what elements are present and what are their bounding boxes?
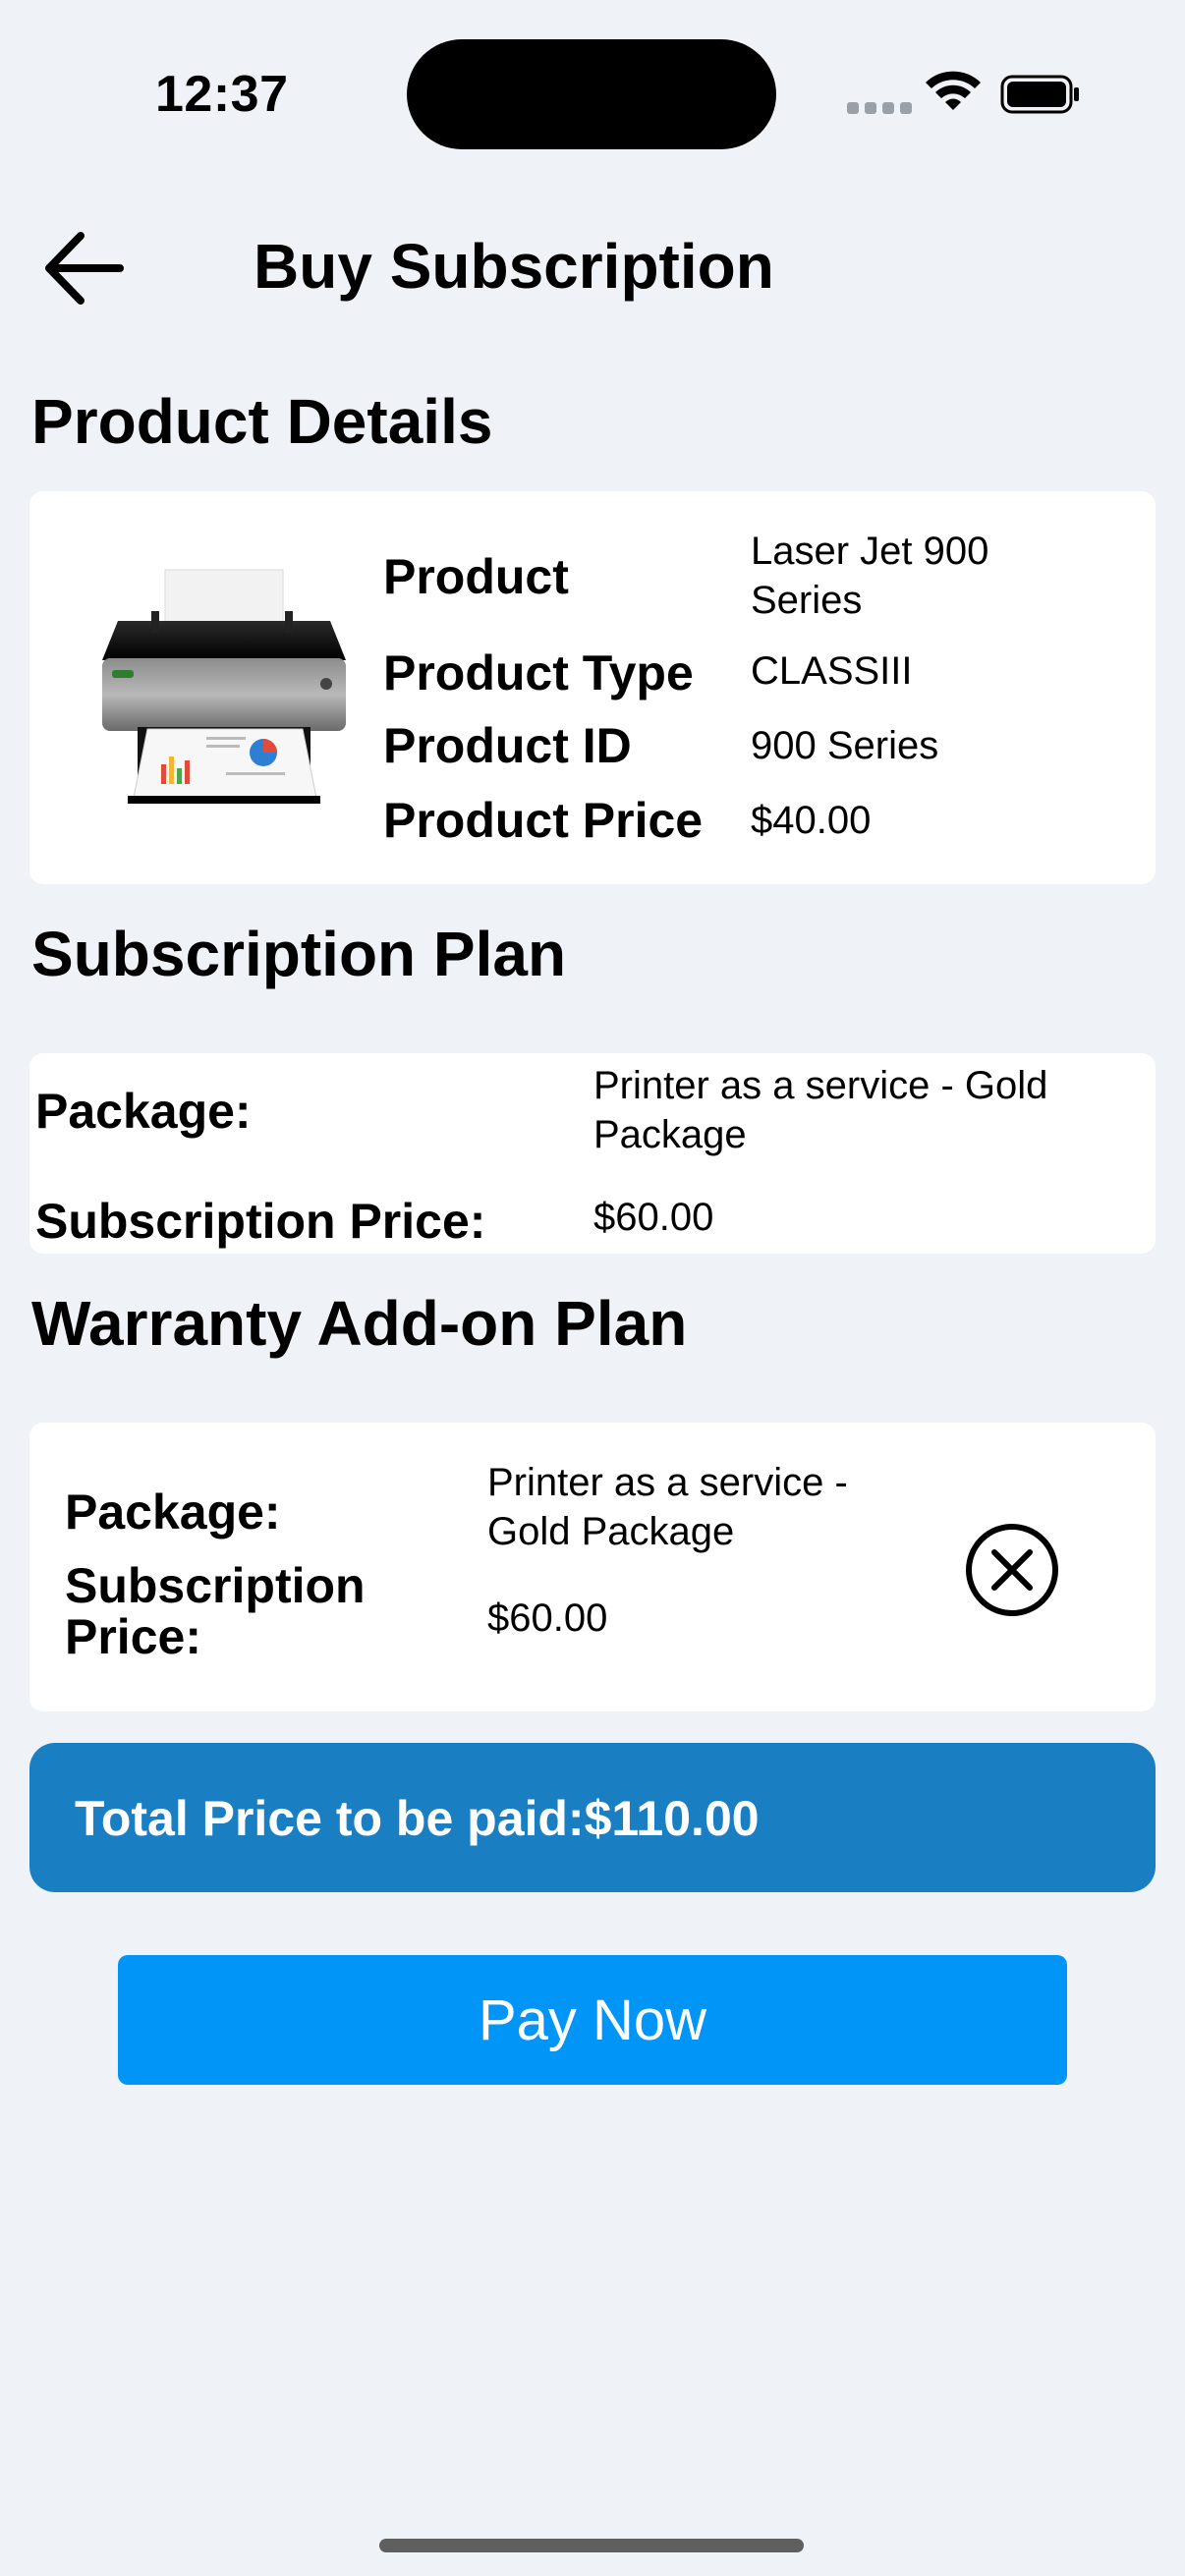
subscription-plan-heading: Subscription Plan xyxy=(31,919,567,989)
product-label: Product xyxy=(383,549,569,604)
product-type-label: Product Type xyxy=(383,645,694,700)
product-price-label: Product Price xyxy=(383,793,704,848)
warranty-package-value: Printer as a service - Gold Package xyxy=(487,1461,848,1553)
total-price-text: Total Price to be paid:$110.00 xyxy=(75,1791,760,1846)
home-indicator xyxy=(379,2539,804,2552)
subscription-package-value: Printer as a service - Gold Package xyxy=(593,1064,1048,1156)
product-price-value: $40.00 xyxy=(751,799,872,842)
wifi-icon xyxy=(926,71,981,110)
printer-icon xyxy=(102,569,346,804)
battery-icon xyxy=(1000,75,1079,114)
page-title: Buy Subscription xyxy=(254,231,774,302)
pay-now-button[interactable]: Pay Now xyxy=(118,1955,1067,2085)
warranty-plan-heading: Warranty Add-on Plan xyxy=(31,1288,688,1359)
product-value: Laser Jet 900 Series xyxy=(751,530,989,622)
product-id-value: 900 Series xyxy=(751,724,939,767)
cellular-signal-icon xyxy=(847,102,912,114)
product-type-value: CLASSIII xyxy=(751,649,913,693)
warranty-price-label: Subscription Price: xyxy=(65,1558,366,1664)
product-id-label: Product ID xyxy=(383,718,632,773)
warranty-price-value: $60.00 xyxy=(487,1596,608,1640)
subscription-price-value: $60.00 xyxy=(593,1196,714,1239)
product-details-heading: Product Details xyxy=(31,386,493,457)
dynamic-island xyxy=(407,39,776,149)
arrow-left-icon[interactable] xyxy=(39,226,130,310)
subscription-package-label: Package: xyxy=(35,1084,252,1139)
status-time: 12:37 xyxy=(155,66,289,123)
subscription-price-label: Subscription Price: xyxy=(35,1194,486,1249)
close-circle-icon[interactable] xyxy=(963,1521,1061,1619)
warranty-package-label: Package: xyxy=(65,1484,281,1540)
